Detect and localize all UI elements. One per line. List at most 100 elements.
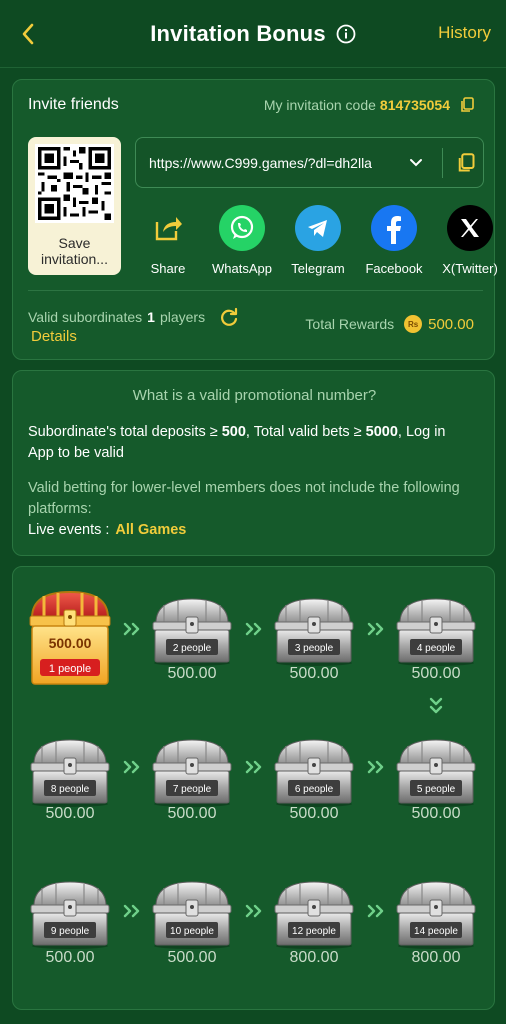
svg-text:6 people: 6 people (295, 784, 334, 795)
double-chevron-icon (367, 904, 384, 918)
promo-rules-card: What is a valid promotional number? Subo… (12, 370, 495, 556)
invite-card: Invite friends My invitation code 814735… (12, 79, 498, 360)
total-rewards-row: Total Rewards Rs 500.00 (305, 315, 474, 333)
page-title: Invitation Bonus (150, 20, 326, 46)
svg-text:5 people: 5 people (417, 784, 456, 795)
valid-subordinates-count: 1 (147, 309, 155, 325)
share-row: Share WhatsApp Telegram Facebook X(Twitt… (128, 205, 498, 276)
whatsapp-label: WhatsApp (212, 261, 272, 276)
chest-amount: 500.00 (167, 805, 217, 822)
x-twitter-label: X(Twitter) (442, 261, 498, 276)
chevron-down-icon[interactable] (406, 153, 426, 173)
whatsapp-button[interactable]: WhatsApp (202, 205, 282, 276)
double-chevron-icon (367, 760, 384, 774)
chest-amount: 500.00 (45, 949, 95, 966)
history-link[interactable]: History (438, 23, 491, 43)
chest-amount: 500.00 (167, 665, 217, 682)
share-button[interactable]: Share (128, 205, 208, 276)
double-chevron-down-icon (429, 697, 443, 714)
reward-chest[interactable]: 3 people 500.00 (272, 593, 356, 703)
reward-chest[interactable]: 500.00 1 people (28, 584, 112, 694)
svg-text:8 people: 8 people (51, 784, 90, 795)
chest-amount: 800.00 (411, 949, 461, 966)
save-invitation-button[interactable]: Save invitation... (28, 137, 121, 275)
reward-chest[interactable]: 9 people 500.00 (28, 876, 112, 986)
invite-title: Invite friends (28, 96, 119, 113)
svg-text:1 people: 1 people (49, 663, 91, 675)
chest-amount: 500.00 (289, 805, 339, 822)
chest-amount: 500.00 (167, 949, 217, 966)
live-events-label: Live events : (28, 522, 110, 538)
total-rewards-label: Total Rewards (305, 316, 395, 332)
chest-amount: 500.00 (411, 805, 461, 822)
valid-subordinates-label: Valid subordinates (28, 309, 143, 325)
chest-amount: 500.00 (411, 665, 461, 682)
x-twitter-button[interactable]: X(Twitter) (430, 205, 506, 276)
svg-text:7 people: 7 people (173, 784, 212, 795)
reward-chest[interactable]: 8 people 500.00 (28, 734, 112, 844)
double-chevron-icon (245, 760, 262, 774)
copy-link-icon[interactable] (457, 153, 475, 173)
invitation-code-value: 814735054 (379, 97, 450, 113)
promo-note: Valid betting for lower-level members do… (28, 480, 460, 517)
live-events-value: All Games (115, 522, 187, 538)
svg-text:12 people: 12 people (292, 926, 336, 937)
chest-amount: 800.00 (289, 949, 339, 966)
svg-text:3 people: 3 people (295, 643, 334, 654)
reward-chest[interactable]: 7 people 500.00 (150, 734, 234, 844)
rupee-coin-icon: Rs (404, 315, 423, 333)
svg-text:10 people: 10 people (170, 926, 214, 937)
svg-text:4 people: 4 people (417, 643, 456, 654)
double-chevron-icon (123, 622, 140, 636)
svg-text:500.00: 500.00 (49, 635, 92, 651)
qr-code (35, 144, 114, 223)
whatsapp-icon (219, 205, 265, 251)
chest-amount: 500.00 (45, 805, 95, 822)
live-events-row: Live events : All Games (28, 522, 186, 538)
double-chevron-icon (245, 622, 262, 636)
reward-chest[interactable]: 14 people 800.00 (394, 876, 478, 986)
telegram-icon (295, 205, 341, 251)
chest-amount: 500.00 (289, 665, 339, 682)
reward-chest[interactable]: 5 people 500.00 (394, 734, 478, 844)
reward-chest[interactable]: 4 people 500.00 (394, 593, 478, 703)
header: Invitation Bonus History (0, 0, 506, 68)
url-divider (442, 148, 443, 178)
total-rewards-value: 500.00 (428, 315, 474, 333)
info-icon[interactable] (336, 24, 356, 44)
share-label: Share (150, 261, 186, 276)
details-link[interactable]: Details (31, 328, 77, 345)
double-chevron-icon (123, 904, 140, 918)
invitation-code-label: My invitation code (263, 97, 376, 113)
telegram-button[interactable]: Telegram (278, 205, 358, 276)
invitation-code-row: My invitation code 814735054 (264, 97, 476, 113)
svg-text:9 people: 9 people (51, 926, 90, 937)
share-icon (145, 205, 191, 251)
divider (28, 290, 483, 291)
reward-chest[interactable]: 12 people 800.00 (272, 876, 356, 986)
double-chevron-icon (245, 904, 262, 918)
invite-url-text: https://www.C999.games/?dl=dh2lla (149, 154, 372, 171)
facebook-icon (371, 205, 417, 251)
invite-url-field[interactable]: https://www.C999.games/?dl=dh2lla (135, 137, 484, 188)
chevron-left-icon (22, 23, 34, 45)
refresh-icon[interactable] (218, 306, 240, 328)
telegram-label: Telegram (291, 261, 345, 276)
reward-chest[interactable]: 6 people 500.00 (272, 734, 356, 844)
save-invitation-label: Save invitation... (41, 235, 108, 267)
double-chevron-icon (123, 760, 140, 774)
svg-text:2 people: 2 people (173, 643, 212, 654)
valid-subordinates-unit: players (159, 309, 206, 325)
back-button[interactable] (14, 20, 42, 48)
reward-chests-card: 500.00 1 people 2 people 500.00 3 people… (12, 566, 495, 1010)
x-icon (447, 205, 493, 251)
reward-chest[interactable]: 10 people 500.00 (150, 876, 234, 986)
double-chevron-icon (367, 622, 384, 636)
promo-title: What is a valid promotional number? (132, 387, 377, 404)
valid-subordinates-row: Valid subordinates 1 players (28, 306, 240, 328)
facebook-label: Facebook (365, 261, 423, 276)
copy-code-icon[interactable] (460, 97, 476, 113)
facebook-button[interactable]: Facebook (354, 205, 434, 276)
reward-chest[interactable]: 2 people 500.00 (150, 593, 234, 703)
promo-requirements: Subordinate's total deposits ≥ 500, Tota… (28, 424, 446, 461)
